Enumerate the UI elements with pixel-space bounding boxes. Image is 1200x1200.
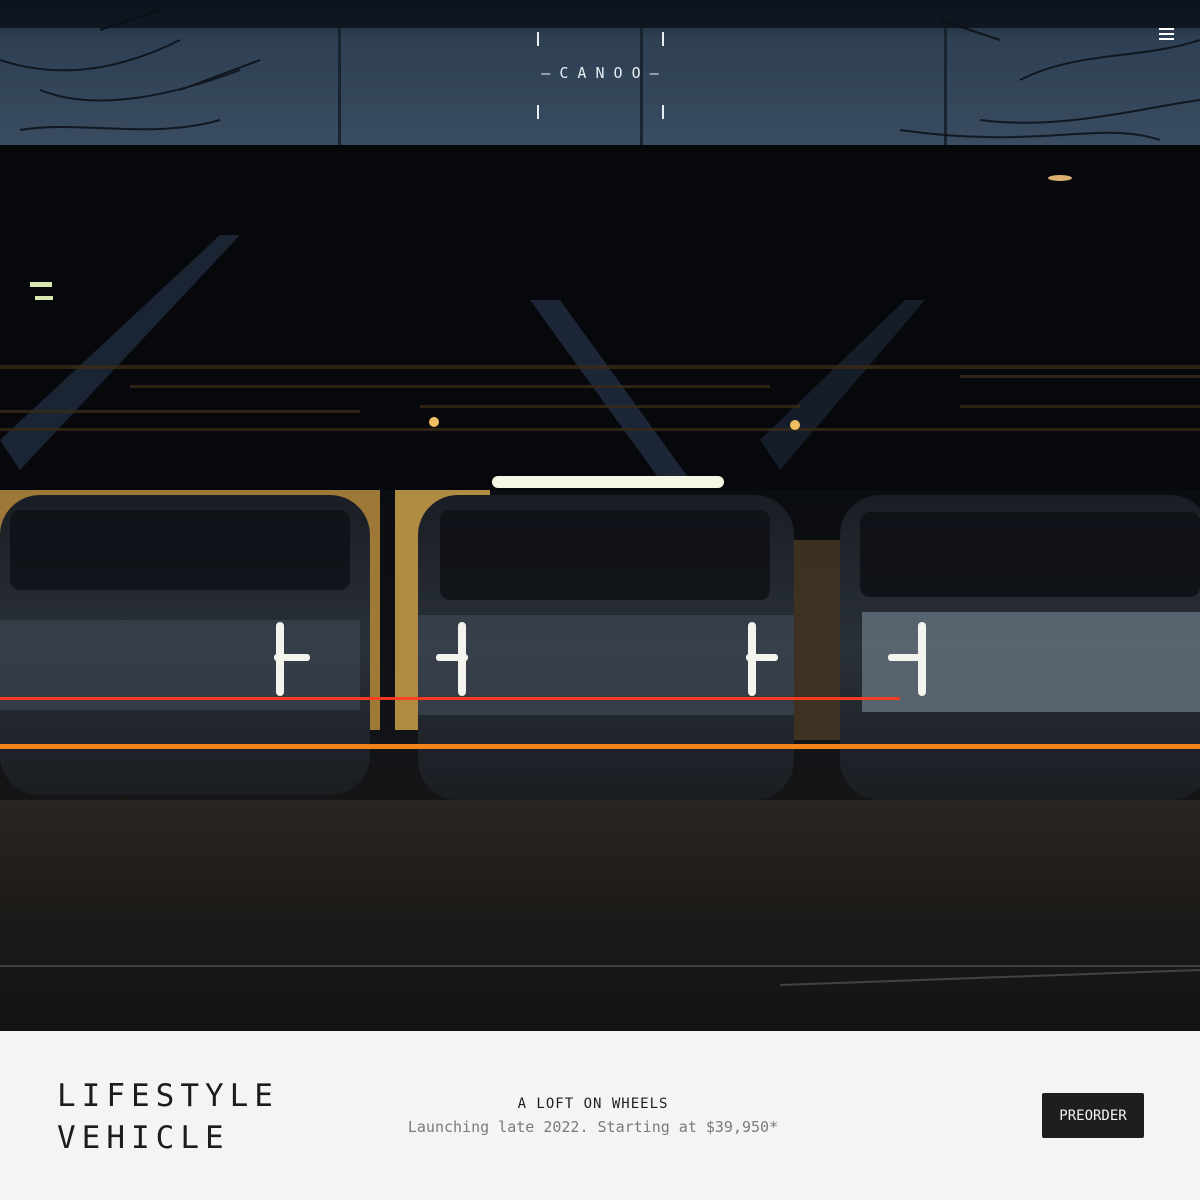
hero-scene	[0, 0, 1200, 1031]
logo-mark-bottom-right	[662, 105, 664, 119]
hero-image: — C A N O O —	[0, 0, 1200, 1031]
title-line-2: VEHICLE	[57, 1120, 230, 1156]
canoo-logo[interactable]: — C A N O O —	[490, 28, 710, 124]
van-center	[418, 476, 794, 800]
logo-mark-top-left	[537, 32, 539, 46]
logo-mark-bottom-left	[537, 105, 539, 119]
van-left	[0, 495, 370, 795]
tagline-subtext: Launching late 2022. Starting at $39,950…	[407, 1118, 779, 1136]
orange-light-streak	[0, 744, 1200, 749]
tagline: A LOFT ON WHEELS Launching late 2022. St…	[340, 1094, 846, 1139]
parking-structure	[0, 145, 1200, 490]
title-line-1: LIFESTYLE	[57, 1078, 279, 1114]
roof-light-bar	[492, 476, 724, 488]
info-bar: LIFESTYLE VEHICLE A LOFT ON WHEELS Launc…	[0, 1031, 1200, 1200]
hamburger-menu-icon[interactable]	[1150, 22, 1182, 46]
red-light-streak	[0, 697, 900, 700]
page-title: LIFESTYLE VEHICLE	[57, 1075, 279, 1159]
logo-wordmark: — C A N O O —	[541, 64, 659, 82]
road	[0, 800, 1200, 1031]
preorder-button[interactable]: PREORDER	[1042, 1093, 1144, 1138]
tagline-heading: A LOFT ON WHEELS	[517, 1096, 669, 1112]
van-right	[840, 495, 1200, 800]
logo-mark-top-right	[662, 32, 664, 46]
